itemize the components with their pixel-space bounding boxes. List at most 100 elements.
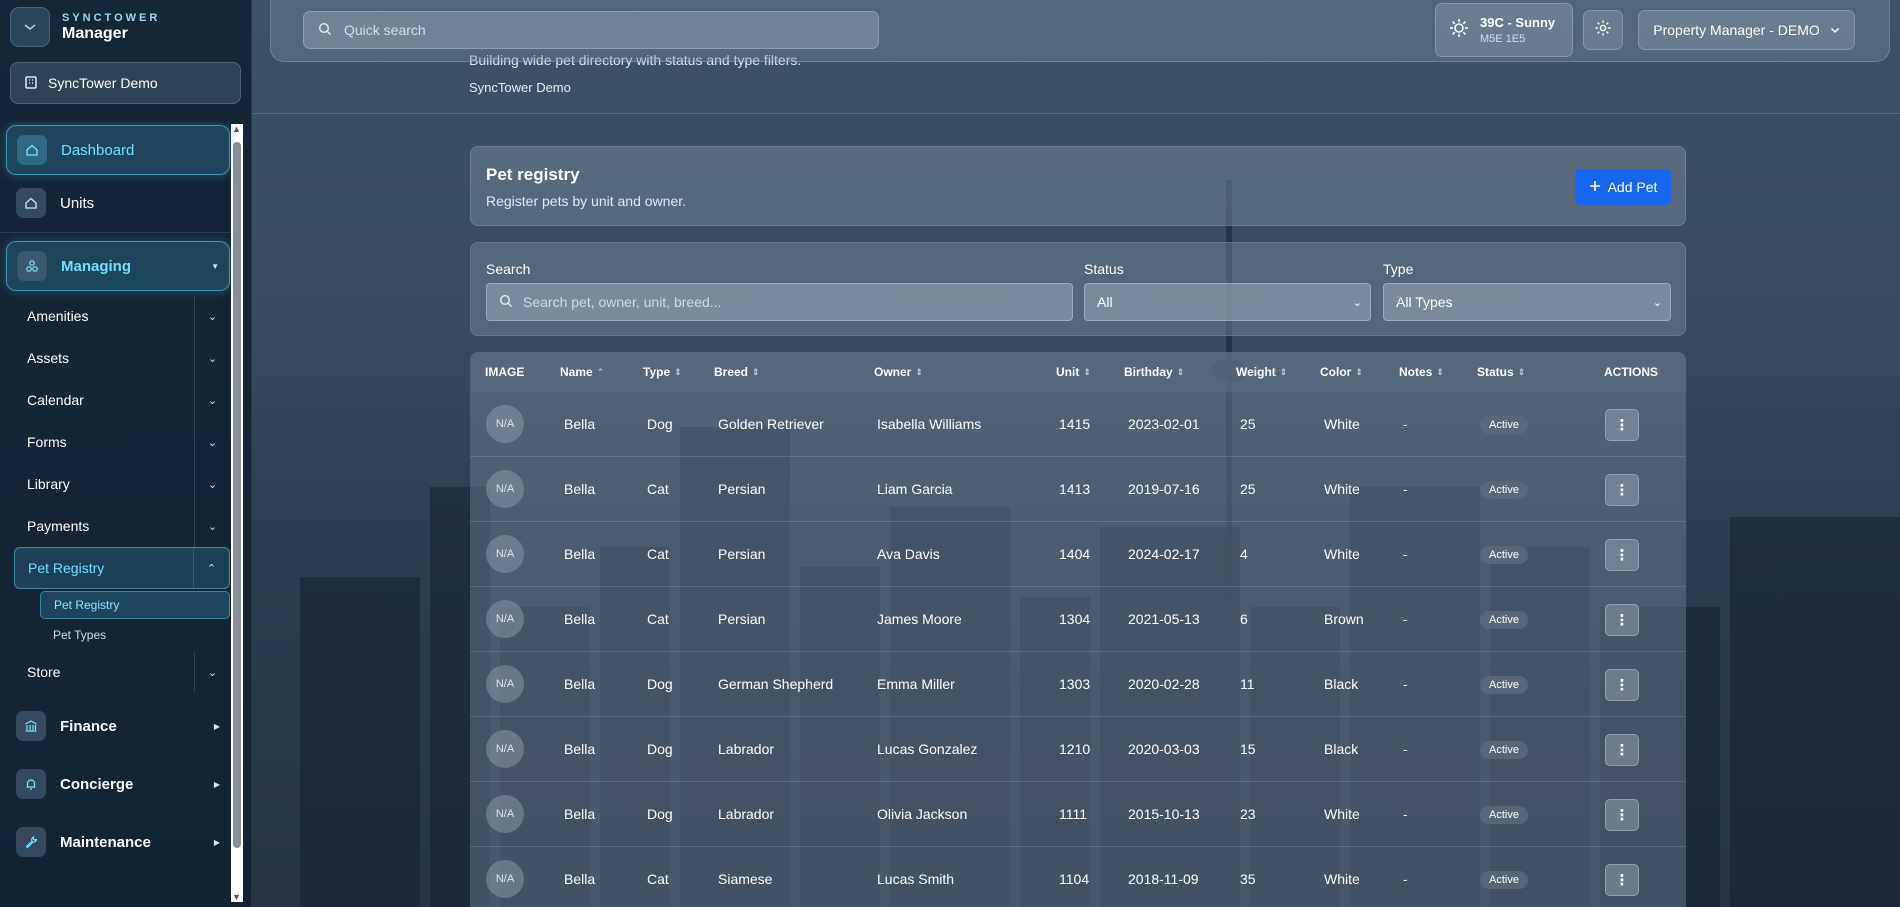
col-weight[interactable]: Weight ⇕ <box>1236 365 1287 379</box>
cell-weight: 4 <box>1240 546 1248 562</box>
col-status[interactable]: Status ⇕ <box>1477 365 1525 379</box>
sidebar-subitem-pet-registry[interactable]: Pet Registry <box>40 591 230 619</box>
col-birthday[interactable]: Birthday ⇕ <box>1124 365 1184 379</box>
chevron-down-icon[interactable]: ⌄ <box>194 337 230 379</box>
row-actions-button[interactable]: ⋮ <box>1605 604 1639 636</box>
status-badge: Active <box>1480 546 1528 564</box>
topbar: Quick search 39C - Sunny M5E 1E5 Propert… <box>270 0 1890 62</box>
table-row: N/A Bella Dog Golden Retriever Isabella … <box>470 392 1686 457</box>
col-owner[interactable]: Owner ⇕ <box>874 365 923 379</box>
sidebar-item-label: Library <box>27 476 70 492</box>
pet-search-input[interactable]: Search pet, owner, unit, breed... <box>486 283 1073 321</box>
status-badge: Active <box>1480 871 1528 889</box>
sidebar-item-store[interactable]: Store ⌄ <box>14 651 230 693</box>
sidebar-section-finance[interactable]: Finance ▶ <box>6 701 230 751</box>
sidebar-section-managing[interactable]: Managing ▼ <box>6 241 230 291</box>
cell-weight: 11 <box>1240 676 1255 692</box>
cell-unit: 1413 <box>1059 481 1091 497</box>
cell-unit: 1304 <box>1059 611 1091 627</box>
cell-breed: Labrador <box>718 806 775 822</box>
add-pet-button[interactable]: Add Pet <box>1575 169 1671 205</box>
quick-search-input[interactable]: Quick search <box>303 11 879 49</box>
wrench-icon <box>16 827 46 857</box>
cell-name: Bella <box>564 676 596 692</box>
search-icon <box>499 294 513 311</box>
kebab-icon: ⋮ <box>1614 547 1630 564</box>
cluster-icon <box>17 251 47 281</box>
brand: SYNCTOWER Manager <box>0 0 251 54</box>
sidebar-item-amenities[interactable]: Amenities ⌄ <box>14 295 230 337</box>
brand-name: Manager <box>62 24 128 42</box>
sidebar-section-label: Maintenance <box>60 833 151 851</box>
divider <box>252 113 1900 114</box>
cell-name: Bella <box>564 611 596 627</box>
sidebar-item-dashboard[interactable]: Dashboard <box>6 125 230 175</box>
sort-icon: ⇕ <box>674 366 681 377</box>
cell-type: Dog <box>647 741 673 757</box>
col-unit[interactable]: Unit ⇕ <box>1056 365 1091 379</box>
sidebar-item-units[interactable]: Units <box>6 178 230 228</box>
col-type[interactable]: Type ⇕ <box>643 365 682 379</box>
status-select[interactable]: All ⌄ <box>1084 283 1371 321</box>
cell-color: White <box>1324 416 1360 432</box>
row-actions-button[interactable]: ⋮ <box>1605 409 1639 441</box>
status-badge: Active <box>1480 611 1528 629</box>
org-switcher-button[interactable]: SyncTower Demo <box>10 62 241 104</box>
search-label: Search <box>486 261 531 277</box>
sidebar-item-forms[interactable]: Forms ⌄ <box>14 421 230 463</box>
col-notes[interactable]: Notes ⇕ <box>1399 365 1444 379</box>
cell-birthday: 2018-11-09 <box>1128 871 1199 887</box>
sidebar-item-library[interactable]: Library ⌄ <box>14 463 230 505</box>
sidebar-item-label: Assets <box>27 350 70 366</box>
status-select-value: All <box>1097 294 1113 310</box>
col-color[interactable]: Color ⇕ <box>1320 365 1363 379</box>
chevron-up-icon[interactable]: ⌃ <box>193 547 229 589</box>
row-actions-button[interactable]: ⋮ <box>1605 669 1639 701</box>
pet-image-placeholder: N/A <box>486 470 524 508</box>
chevron-down-icon[interactable]: ⌄ <box>194 505 230 547</box>
building-icon <box>24 75 38 92</box>
chevron-down-icon[interactable]: ⌄ <box>194 421 230 463</box>
chevron-down-icon[interactable]: ⌄ <box>194 379 230 421</box>
settings-button[interactable] <box>1583 10 1623 50</box>
table-row: N/A Bella Cat Siamese Lucas Smith 1104 2… <box>470 847 1686 907</box>
row-actions-button[interactable]: ⋮ <box>1605 539 1639 571</box>
type-select[interactable]: All Types ⌄ <box>1383 283 1671 321</box>
pet-image-placeholder: N/A <box>486 795 524 833</box>
cell-type: Cat <box>647 481 669 497</box>
chevron-down-icon[interactable]: ⌄ <box>194 651 230 693</box>
caret-right-icon: ▶ <box>213 721 220 731</box>
role-switcher-button[interactable]: Property Manager - DEMO <box>1638 10 1855 50</box>
bank-icon <box>16 711 46 741</box>
table-body: N/A Bella Dog Golden Retriever Isabella … <box>470 392 1686 907</box>
sidebar-section-concierge[interactable]: Concierge ▶ <box>6 759 230 809</box>
kebab-icon: ⋮ <box>1614 807 1630 824</box>
sidebar-item-label: Forms <box>27 434 67 450</box>
pet-image-placeholder: N/A <box>486 600 524 638</box>
cell-owner: Liam Garcia <box>877 481 953 497</box>
sidebar-subitem-pet-types[interactable]: Pet Types <box>40 621 230 649</box>
cell-weight: 15 <box>1240 741 1256 757</box>
cell-color: Black <box>1324 676 1359 692</box>
sidebar-section-maintenance[interactable]: Maintenance ▶ <box>6 817 230 867</box>
sidebar-item-pet-registry[interactable]: Pet Registry ⌃ <box>14 547 230 589</box>
chevron-down-icon[interactable]: ⌄ <box>194 463 230 505</box>
weather-widget[interactable]: 39C - Sunny M5E 1E5 <box>1435 3 1573 57</box>
caret-right-icon: ▶ <box>213 779 220 789</box>
pet-image-placeholder: N/A <box>486 665 524 703</box>
row-actions-button[interactable]: ⋮ <box>1605 734 1639 766</box>
col-name[interactable]: Name ⌃ <box>560 365 604 379</box>
row-actions-button[interactable]: ⋮ <box>1605 864 1639 896</box>
row-actions-button[interactable]: ⋮ <box>1605 474 1639 506</box>
cell-notes: - <box>1403 481 1408 497</box>
chevron-down-icon[interactable]: ⌄ <box>194 295 230 337</box>
brand-logo-icon[interactable] <box>10 7 50 47</box>
weather-postal: M5E 1E5 <box>1480 33 1526 45</box>
col-breed[interactable]: Breed ⇕ <box>714 365 759 379</box>
row-actions-button[interactable]: ⋮ <box>1605 799 1639 831</box>
sidebar-item-calendar[interactable]: Calendar ⌄ <box>14 379 230 421</box>
cell-unit: 1210 <box>1059 741 1091 757</box>
sidebar-item-assets[interactable]: Assets ⌄ <box>14 337 230 379</box>
sidebar-item-payments[interactable]: Payments ⌄ <box>14 505 230 547</box>
pet-image-placeholder: N/A <box>486 405 524 443</box>
